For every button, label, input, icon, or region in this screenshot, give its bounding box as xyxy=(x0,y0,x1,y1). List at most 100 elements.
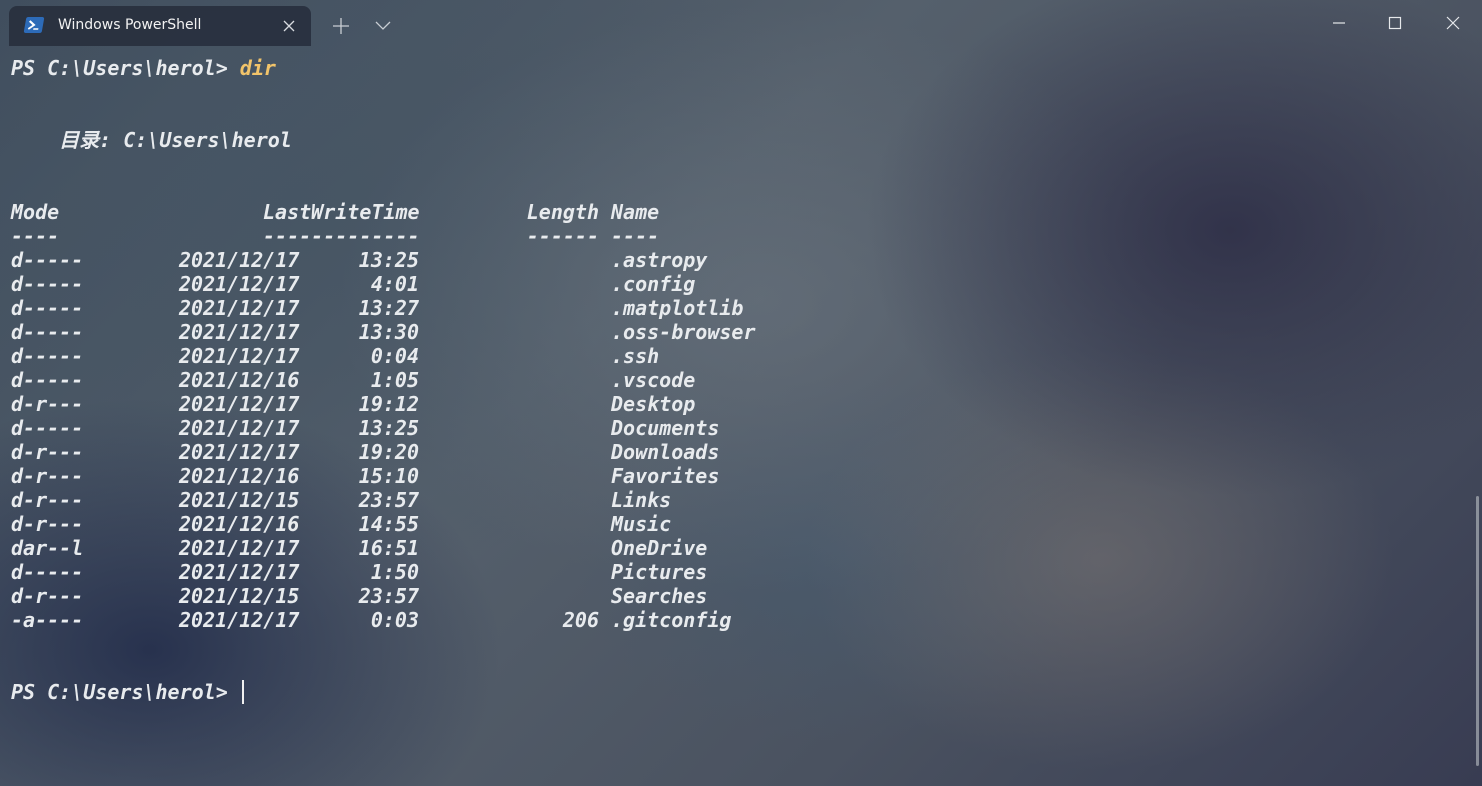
table-row: d----- 2021/12/17 13:25 Documents xyxy=(0,416,1482,440)
row-date: 2021/12/15 xyxy=(179,488,300,512)
active-prompt-line[interactable]: PS C:\Users\herol> xyxy=(11,680,244,704)
table-row: -a---- 2021/12/17 0:03 206 .gitconfig xyxy=(0,608,1482,632)
row-mode: d----- xyxy=(11,272,84,296)
row-name: .ssh xyxy=(611,344,660,368)
terminal-output[interactable]: PS C:\Users\herol> dir 目录: C:\Users\hero… xyxy=(0,0,1482,786)
row-mode: d----- xyxy=(11,320,84,344)
row-length xyxy=(480,248,599,272)
row-length xyxy=(480,392,599,416)
row-time: 15:10 xyxy=(358,464,419,488)
directory-line: 目录: C:\Users\herol xyxy=(11,128,292,152)
row-length xyxy=(480,584,599,608)
table-row: d----- 2021/12/17 4:01 .config xyxy=(0,272,1482,296)
row-length xyxy=(480,512,599,536)
row-length xyxy=(480,296,599,320)
row-name: Links xyxy=(611,488,672,512)
header-mode: Mode xyxy=(11,200,60,224)
row-mode: -a---- xyxy=(11,608,84,632)
row-name: Downloads xyxy=(611,440,720,464)
row-date: 2021/12/17 xyxy=(179,416,300,440)
row-name: Documents xyxy=(611,416,720,440)
row-mode: d-r--- xyxy=(11,488,84,512)
row-date: 2021/12/15 xyxy=(179,584,300,608)
table-row: d-r--- 2021/12/17 19:12 Desktop xyxy=(0,392,1482,416)
table-row: d----- 2021/12/17 0:04 .ssh xyxy=(0,344,1482,368)
row-time: 1:05 xyxy=(370,368,419,392)
row-length xyxy=(480,416,599,440)
row-name: .gitconfig xyxy=(611,608,732,632)
row-date: 2021/12/17 xyxy=(179,344,300,368)
row-time: 13:27 xyxy=(358,296,419,320)
row-date: 2021/12/17 xyxy=(179,392,300,416)
header-name: Name xyxy=(611,200,660,224)
table-row: d----- 2021/12/17 13:30 .oss-browser xyxy=(0,320,1482,344)
row-time: 23:57 xyxy=(358,584,419,608)
separator-mode: ---- xyxy=(11,224,60,248)
row-date: 2021/12/17 xyxy=(179,536,300,560)
row-time: 0:03 xyxy=(370,608,419,632)
row-name: Favorites xyxy=(611,464,720,488)
row-time: 13:30 xyxy=(358,320,419,344)
row-name: .config xyxy=(611,272,696,296)
row-length xyxy=(480,440,599,464)
row-time: 13:25 xyxy=(358,248,419,272)
row-time: 13:25 xyxy=(358,416,419,440)
row-name: Music xyxy=(611,512,672,536)
row-length xyxy=(480,368,599,392)
separator-row: ---- ------------- ------ ---- xyxy=(0,224,1482,248)
row-time: 14:55 xyxy=(358,512,419,536)
row-date: 2021/12/17 xyxy=(179,272,300,296)
command-text: dir xyxy=(239,56,276,80)
vertical-scrollbar[interactable] xyxy=(1476,496,1479,766)
row-time: 1:50 xyxy=(370,560,419,584)
row-length xyxy=(480,536,599,560)
separator-length: ------ xyxy=(526,224,599,248)
row-mode: d----- xyxy=(11,368,84,392)
row-mode: d-r--- xyxy=(11,392,84,416)
row-name: .astropy xyxy=(611,248,708,272)
table-row: d-r--- 2021/12/15 23:57 Links xyxy=(0,488,1482,512)
row-name: .vscode xyxy=(611,368,696,392)
row-mode: d-r--- xyxy=(11,440,84,464)
header-lastwritetime: LastWriteTime xyxy=(263,200,420,224)
prompt-line: PS C:\Users\herol> dir xyxy=(11,56,276,80)
row-mode: d----- xyxy=(11,296,84,320)
row-time: 19:12 xyxy=(358,392,419,416)
row-mode: d----- xyxy=(11,248,84,272)
separator-lastwritetime: ------------- xyxy=(263,224,420,248)
table-row: d----- 2021/12/16 1:05 .vscode xyxy=(0,368,1482,392)
table-row: dar--l 2021/12/17 16:51 OneDrive xyxy=(0,536,1482,560)
row-time: 4:01 xyxy=(370,272,419,296)
row-time: 19:20 xyxy=(358,440,419,464)
row-time: 23:57 xyxy=(358,488,419,512)
row-mode: d----- xyxy=(11,344,84,368)
row-mode: dar--l xyxy=(11,536,84,560)
row-mode: d----- xyxy=(11,416,84,440)
table-row: d----- 2021/12/17 13:27 .matplotlib xyxy=(0,296,1482,320)
row-date: 2021/12/17 xyxy=(179,608,300,632)
table-row: d-r--- 2021/12/16 14:55 Music xyxy=(0,512,1482,536)
row-mode: d-r--- xyxy=(11,464,84,488)
row-length xyxy=(480,344,599,368)
text-cursor xyxy=(241,680,244,704)
header-length: Length xyxy=(526,200,599,224)
row-name: Searches xyxy=(611,584,708,608)
row-length xyxy=(480,560,599,584)
row-date: 2021/12/17 xyxy=(179,440,300,464)
row-length xyxy=(480,488,599,512)
row-time: 16:51 xyxy=(358,536,419,560)
row-date: 2021/12/16 xyxy=(179,512,300,536)
row-length xyxy=(480,320,599,344)
row-date: 2021/12/16 xyxy=(179,464,300,488)
row-name: OneDrive xyxy=(611,536,708,560)
row-name: Desktop xyxy=(611,392,696,416)
row-length xyxy=(480,464,599,488)
separator-name: ---- xyxy=(611,224,660,248)
row-name: Pictures xyxy=(611,560,708,584)
header-row: Mode LastWriteTime Length Name xyxy=(0,200,1482,224)
prompt-text: PS C:\Users\herol> xyxy=(11,56,240,80)
table-row: d-r--- 2021/12/16 15:10 Favorites xyxy=(0,464,1482,488)
row-date: 2021/12/17 xyxy=(179,560,300,584)
row-name: .matplotlib xyxy=(611,296,744,320)
table-row: d----- 2021/12/17 1:50 Pictures xyxy=(0,560,1482,584)
